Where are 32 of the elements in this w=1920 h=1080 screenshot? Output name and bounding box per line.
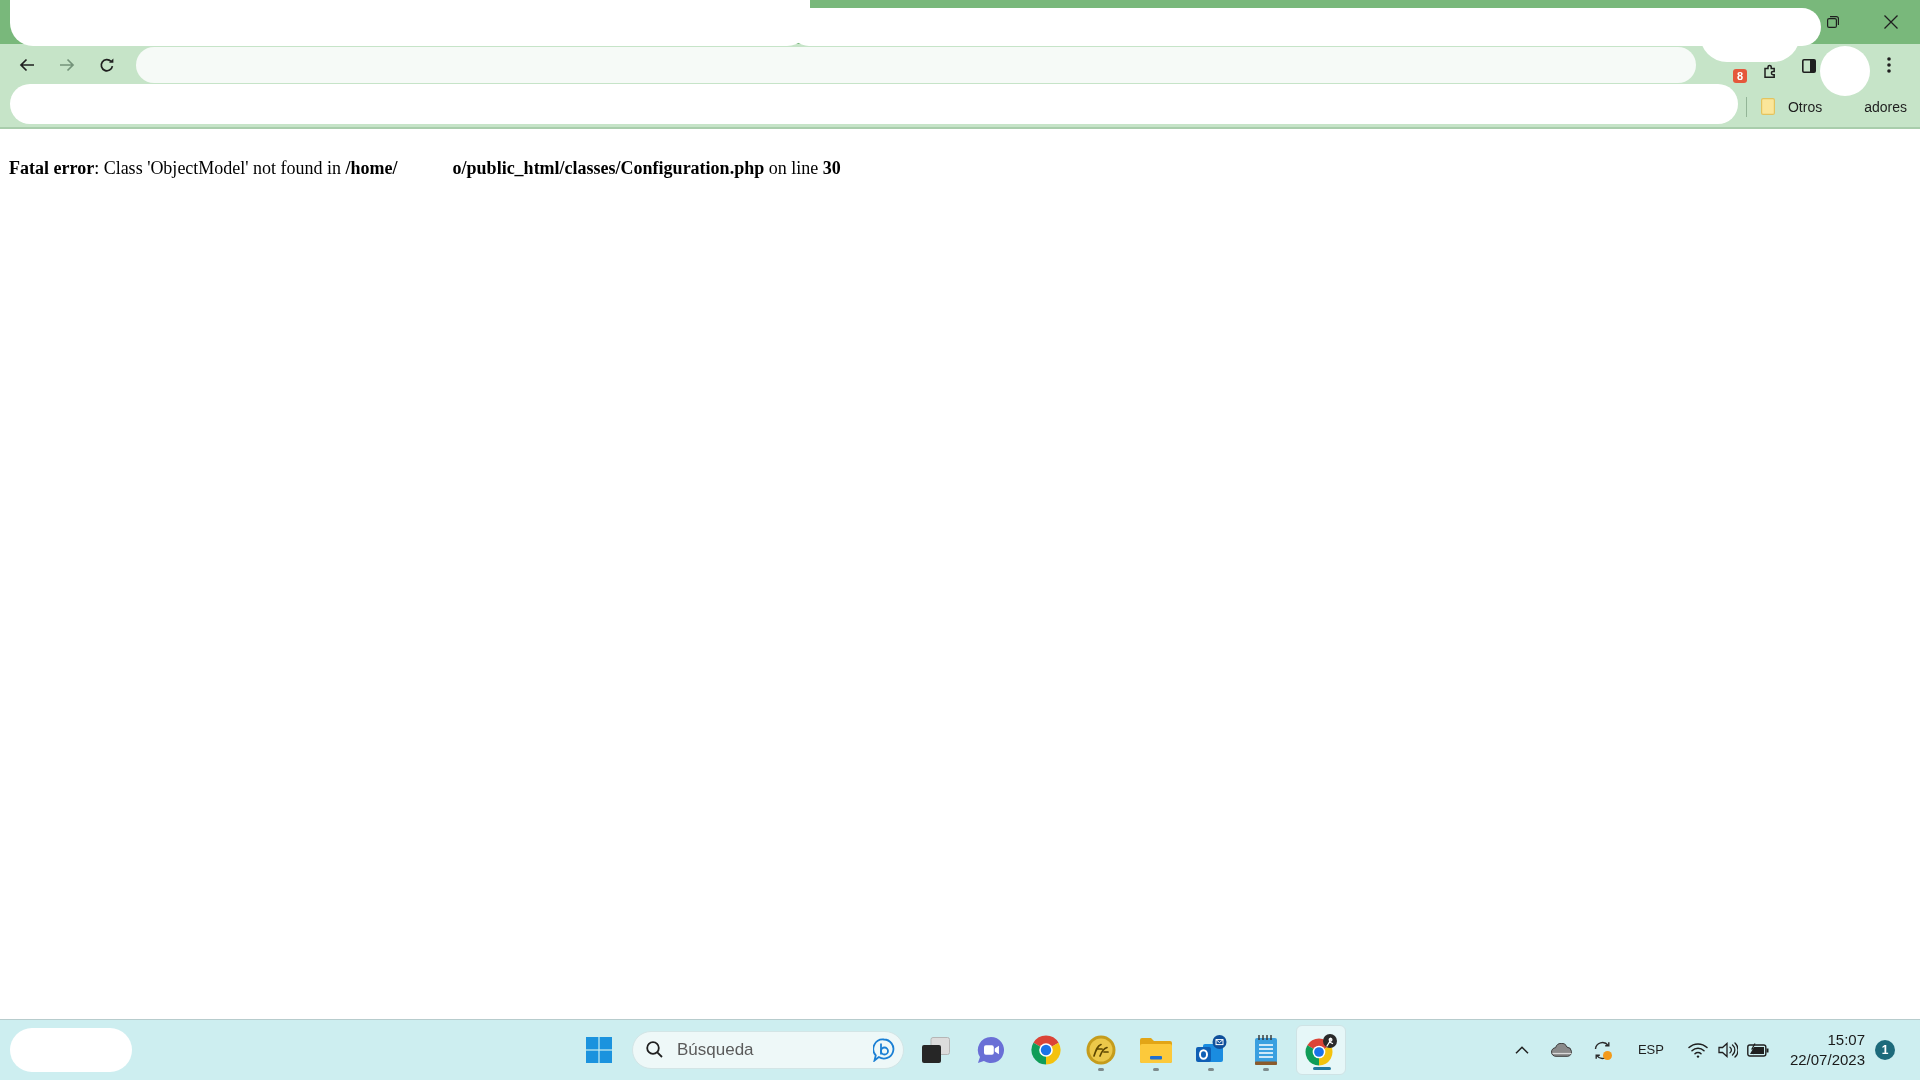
taskbar-app-button[interactable] — [1296, 1025, 1346, 1075]
puzzle-icon[interactable] — [1764, 64, 1778, 78]
kebab-menu-icon[interactable] — [1887, 57, 1891, 73]
error-text: Fatal error: Class 'ObjectModel' not found in /home/ — [9, 157, 398, 179]
folder-icon — [1760, 98, 1775, 115]
chevron-up-icon[interactable] — [1514, 1046, 1529, 1054]
extension-badge: 8 — [1733, 69, 1747, 83]
video-chat-icon[interactable] — [977, 1036, 1005, 1064]
bookmark-folder-button[interactable]: Otros adores — [1787, 97, 1907, 116]
clock-time: 15:07 — [1827, 1030, 1865, 1050]
envelope-app-icon[interactable] — [1195, 1035, 1227, 1065]
search-icon — [646, 1041, 663, 1058]
overlapping-squares-icon[interactable] — [922, 1037, 950, 1063]
side-panel-icon[interactable] — [1802, 59, 1816, 73]
restore-icon[interactable] — [1827, 16, 1839, 28]
reload-icon[interactable] — [99, 57, 115, 73]
speaker-icon[interactable] — [1717, 1042, 1738, 1058]
search-field[interactable]: Búsqueda — [632, 1031, 904, 1069]
language-indicator[interactable]: ESP — [1637, 1040, 1664, 1060]
coin-icon[interactable] — [1086, 1035, 1116, 1065]
notepad-icon[interactable] — [1255, 1035, 1277, 1065]
cloud-icon[interactable] — [1550, 1043, 1573, 1057]
close-icon[interactable] — [1884, 15, 1898, 29]
arrow-left-icon[interactable] — [19, 57, 35, 73]
chat-bubble-icon[interactable] — [873, 1038, 895, 1062]
browser-logo-icon[interactable] — [1305, 1034, 1337, 1066]
notification-badge[interactable]: 1 — [1875, 1040, 1895, 1060]
folder-icon[interactable] — [1140, 1037, 1172, 1063]
battery-icon[interactable] — [1746, 1043, 1769, 1057]
clock-date: 22/07/2023 — [1789, 1050, 1865, 1070]
error-text: o/public_html/classes/Configuration.php on line 30 — [452, 157, 841, 179]
wifi-icon[interactable] — [1687, 1042, 1708, 1058]
